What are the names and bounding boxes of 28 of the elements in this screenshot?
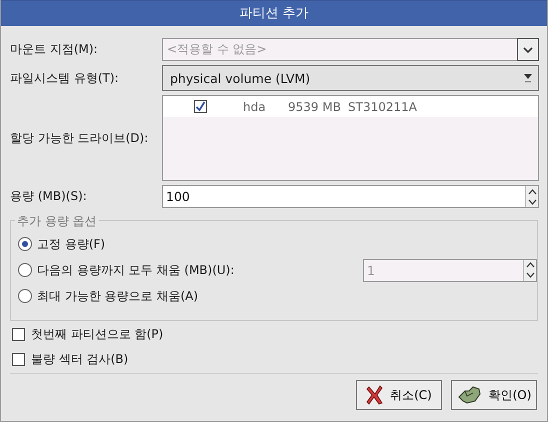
drive-list[interactable]: hda 9539 MB ST310211A <box>162 95 539 181</box>
table-cell-text: 9539 MB <box>288 100 342 114</box>
radio-button[interactable] <box>18 289 32 303</box>
radio-label: 최대 가능한 용량으로 채움(A) <box>37 288 200 304</box>
cancel-button[interactable]: 취소(C) <box>356 380 442 410</box>
spin-buttons[interactable] <box>525 186 538 207</box>
table-cell-text: hda <box>243 100 267 114</box>
checkbox-label: 불량 섹터 검사(B) <box>31 350 128 368</box>
cross-icon <box>366 385 384 405</box>
checkbox[interactable] <box>194 100 207 113</box>
size-input[interactable]: 100 <box>162 185 539 208</box>
radio-label: 고정 용량(F) <box>37 236 106 252</box>
dropdown-arrow-icon <box>524 73 532 83</box>
radio-button[interactable] <box>18 237 32 251</box>
table-cell: ST310211A <box>348 100 417 114</box>
hand-icon <box>456 385 483 405</box>
checkbox-label: 첫번째 파티션으로 함(P) <box>31 326 164 342</box>
frame-title: 추가 용량 옵션 <box>15 213 99 230</box>
field-label: 파일시스템 유형(T): <box>10 70 120 86</box>
field-label: 마운트 지점(M): <box>10 41 99 58</box>
window-title: 파티션 추가 <box>1 0 547 26</box>
field-label: 할당 가능한 드라이브(D): <box>10 130 150 146</box>
checkbox[interactable] <box>12 352 25 366</box>
ok-button[interactable]: 확인(O) <box>451 380 537 410</box>
field-label: 용량 (MB)(S): <box>10 188 88 205</box>
checkbox[interactable] <box>12 328 25 340</box>
filesystem-dropdown[interactable]: physical volume (LVM) <box>162 65 539 91</box>
radio-label: 다음의 용량까지 모두 채움 (MB)(U): <box>37 262 236 278</box>
